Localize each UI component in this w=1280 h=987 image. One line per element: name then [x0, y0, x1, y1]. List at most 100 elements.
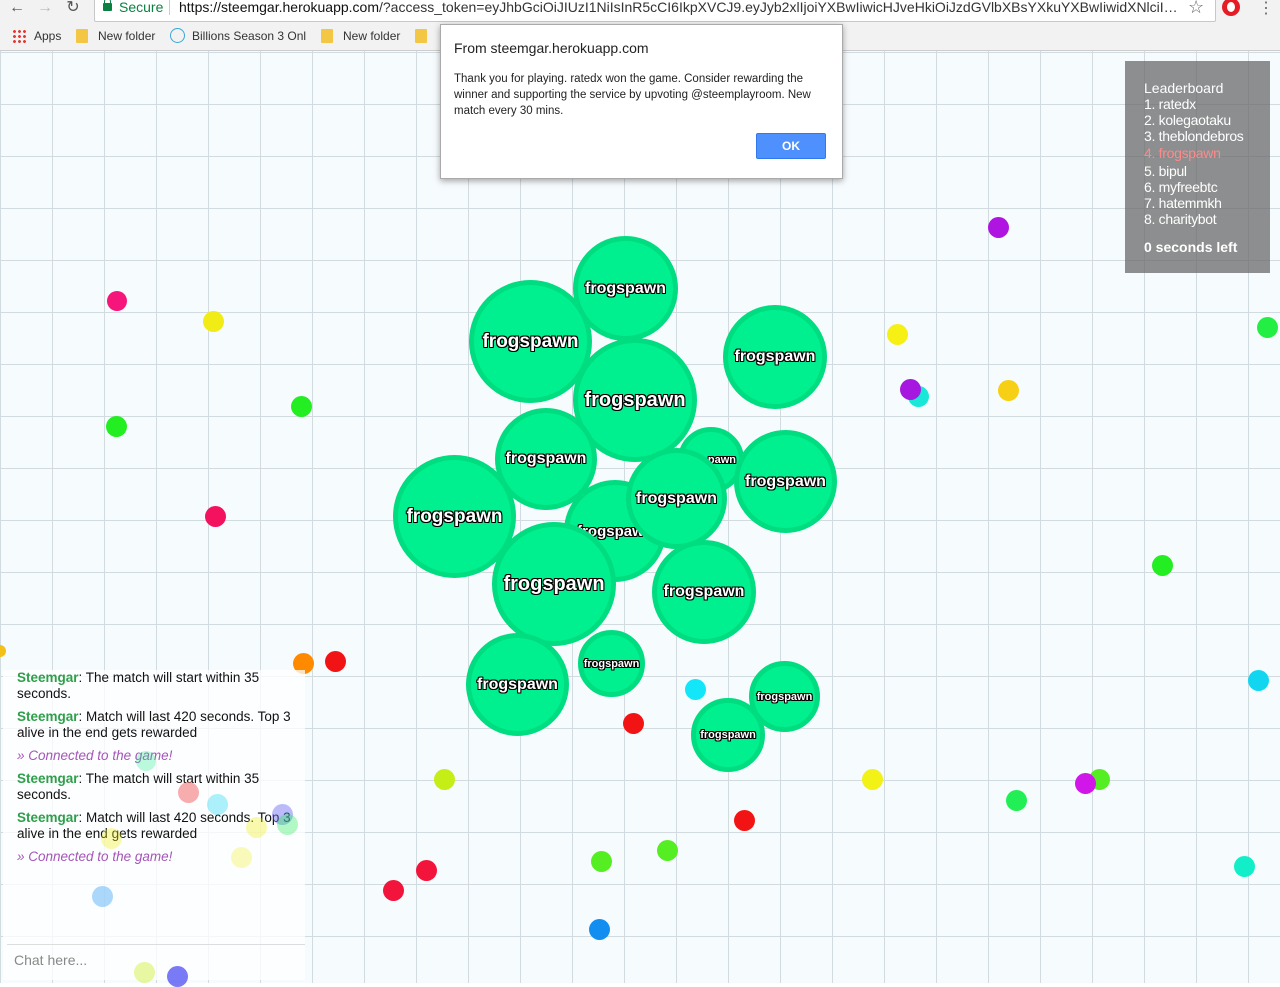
bookmark-star-icon[interactable]: ☆ — [1188, 0, 1204, 18]
player-cell-label: frogspawn — [482, 330, 579, 352]
leaderboard-entry-self: 4. frogspawn — [1144, 145, 1221, 161]
food-pellet — [383, 880, 404, 901]
food-pellet — [325, 651, 346, 672]
chat-message: Steemgar: The match will start within 35… — [17, 670, 301, 702]
food-pellet — [434, 769, 455, 790]
food-pellet — [1075, 773, 1096, 794]
food-pellet — [205, 506, 226, 527]
leaderboard-entry: 5. bipul — [1144, 163, 1187, 179]
player-cell: frogspawn — [492, 522, 616, 646]
player-cell: frogspawn — [652, 540, 756, 644]
chat-author: Steemgar — [17, 771, 79, 786]
url-host: https://steemgar.herokuapp.com — [179, 0, 379, 15]
bookmark-apps[interactable]: Apps — [12, 26, 72, 46]
food-pellet — [734, 810, 755, 831]
leaderboard-entry: 1. ratedx — [1144, 96, 1196, 112]
food-pellet — [862, 769, 883, 790]
player-cell-label: frogspawn — [583, 657, 640, 670]
player-cell: frogspawn — [469, 280, 592, 403]
chat-message: Steemgar: Match will last 420 seconds. T… — [17, 810, 301, 842]
food-pellet — [1234, 856, 1255, 877]
player-cell-label: frogspawn — [477, 675, 558, 693]
secure-label: Secure — [119, 0, 164, 15]
food-pellet — [998, 380, 1019, 401]
leaderboard-panel: Leaderboard 1. ratedx 2. kolegaotaku 3. … — [1125, 61, 1270, 273]
bookmark-label: New folder — [343, 29, 401, 43]
leaderboard-entry: 6. myfreebtc — [1144, 179, 1218, 195]
chat-author: Steemgar — [17, 709, 79, 724]
food-pellet — [988, 217, 1009, 238]
food-pellet — [291, 396, 312, 417]
bookmark-label: Billions Season 3 Onl — [192, 29, 307, 43]
chat-author: Steemgar — [17, 670, 79, 685]
player-cell-label: frogspawn — [505, 450, 587, 467]
food-pellet — [0, 645, 6, 657]
chat-author: Steemgar — [17, 810, 79, 825]
food-pellet — [1257, 317, 1278, 338]
player-cell-label: frogspawn — [503, 572, 605, 595]
play-circle-icon — [170, 28, 185, 43]
player-cell: frogspawn — [578, 630, 645, 697]
browser-menu-icon[interactable]: ⋮ — [1258, 0, 1274, 18]
url-path: /?access_token=eyJhbGciOiJIUzI1NiIsInR5c… — [379, 0, 1179, 15]
folder-icon — [321, 29, 333, 43]
food-pellet — [591, 851, 612, 872]
player-cell-label: frogspawn — [745, 472, 826, 490]
chat-system-message: » Connected to the game! — [17, 849, 173, 864]
apps-grid-icon — [12, 29, 26, 43]
leaderboard-title: Leaderboard — [1144, 80, 1224, 96]
chat-panel: Steemgar: The match will start within 35… — [3, 670, 310, 980]
forward-arrow-icon[interactable]: → — [34, 0, 56, 18]
food-pellet — [1006, 790, 1027, 811]
player-cell-label: frogspawn — [700, 729, 756, 741]
player-cell: frogspawn — [734, 430, 837, 533]
dialog-title: From steemgar.herokuapp.com — [454, 40, 649, 56]
opera-extension-icon[interactable] — [1222, 0, 1240, 16]
player-cell: frogspawn — [626, 448, 727, 549]
leaderboard-entry: 8. charitybot — [1144, 211, 1217, 227]
food-pellet — [1152, 555, 1173, 576]
url-divider — [169, 0, 170, 15]
food-pellet — [1248, 670, 1269, 691]
bookmark-folder[interactable] — [415, 26, 435, 46]
player-cell: frogspawn — [691, 698, 765, 772]
lock-icon — [103, 0, 112, 11]
url-text[interactable]: https://steemgar.herokuapp.com/?access_t… — [179, 0, 1179, 15]
alert-dialog: From steemgar.herokuapp.com Thank you fo… — [440, 24, 843, 179]
player-cell-label: frogspawn — [585, 279, 666, 297]
food-pellet — [887, 324, 908, 345]
leaderboard-entry: 7. hatemmkh — [1144, 195, 1222, 211]
chat-message: Steemgar: Match will last 420 seconds. T… — [17, 709, 301, 741]
player-cell: frogspawn — [466, 633, 569, 736]
food-pellet — [657, 840, 678, 861]
food-pellet — [685, 679, 706, 700]
player-cell-label: frogspawn — [756, 690, 813, 703]
chat-message: Steemgar: The match will start within 35… — [17, 771, 301, 803]
food-pellet — [623, 713, 644, 734]
leaderboard-entry: 2. kolegaotaku — [1144, 112, 1231, 128]
player-cell-label: frogspawn — [734, 348, 816, 365]
chat-divider — [7, 944, 305, 945]
player-cell: frogspawn — [723, 305, 827, 409]
leaderboard-entry: 3. theblondebros — [1144, 128, 1244, 144]
reload-icon[interactable]: ↻ — [62, 0, 84, 18]
bookmark-link[interactable]: Billions Season 3 Onl — [170, 26, 310, 46]
match-timer: 0 seconds left — [1144, 239, 1238, 255]
folder-icon — [76, 29, 88, 43]
player-cell-label: frogspawn — [663, 583, 745, 600]
back-arrow-icon[interactable]: ← — [6, 0, 28, 18]
food-pellet — [589, 919, 610, 940]
chat-input[interactable] — [7, 946, 310, 974]
browser-toolbar: ← → ↻ Secure https://steemgar.herokuapp.… — [0, 0, 1280, 22]
bookmark-label: New folder — [98, 29, 156, 43]
bookmark-folder[interactable]: New folder — [321, 26, 407, 46]
address-bar[interactable]: Secure https://steemgar.herokuapp.com/?a… — [94, 0, 1216, 22]
folder-icon — [415, 29, 427, 43]
food-pellet — [900, 379, 921, 400]
bookmark-label: Apps — [34, 29, 62, 43]
ok-button[interactable]: OK — [756, 133, 826, 159]
player-cell-label: frogspawn — [584, 388, 686, 411]
dialog-message: Thank you for playing. ratedx won the ga… — [454, 73, 811, 117]
food-pellet — [107, 291, 127, 311]
bookmark-folder[interactable]: New folder — [76, 26, 162, 46]
